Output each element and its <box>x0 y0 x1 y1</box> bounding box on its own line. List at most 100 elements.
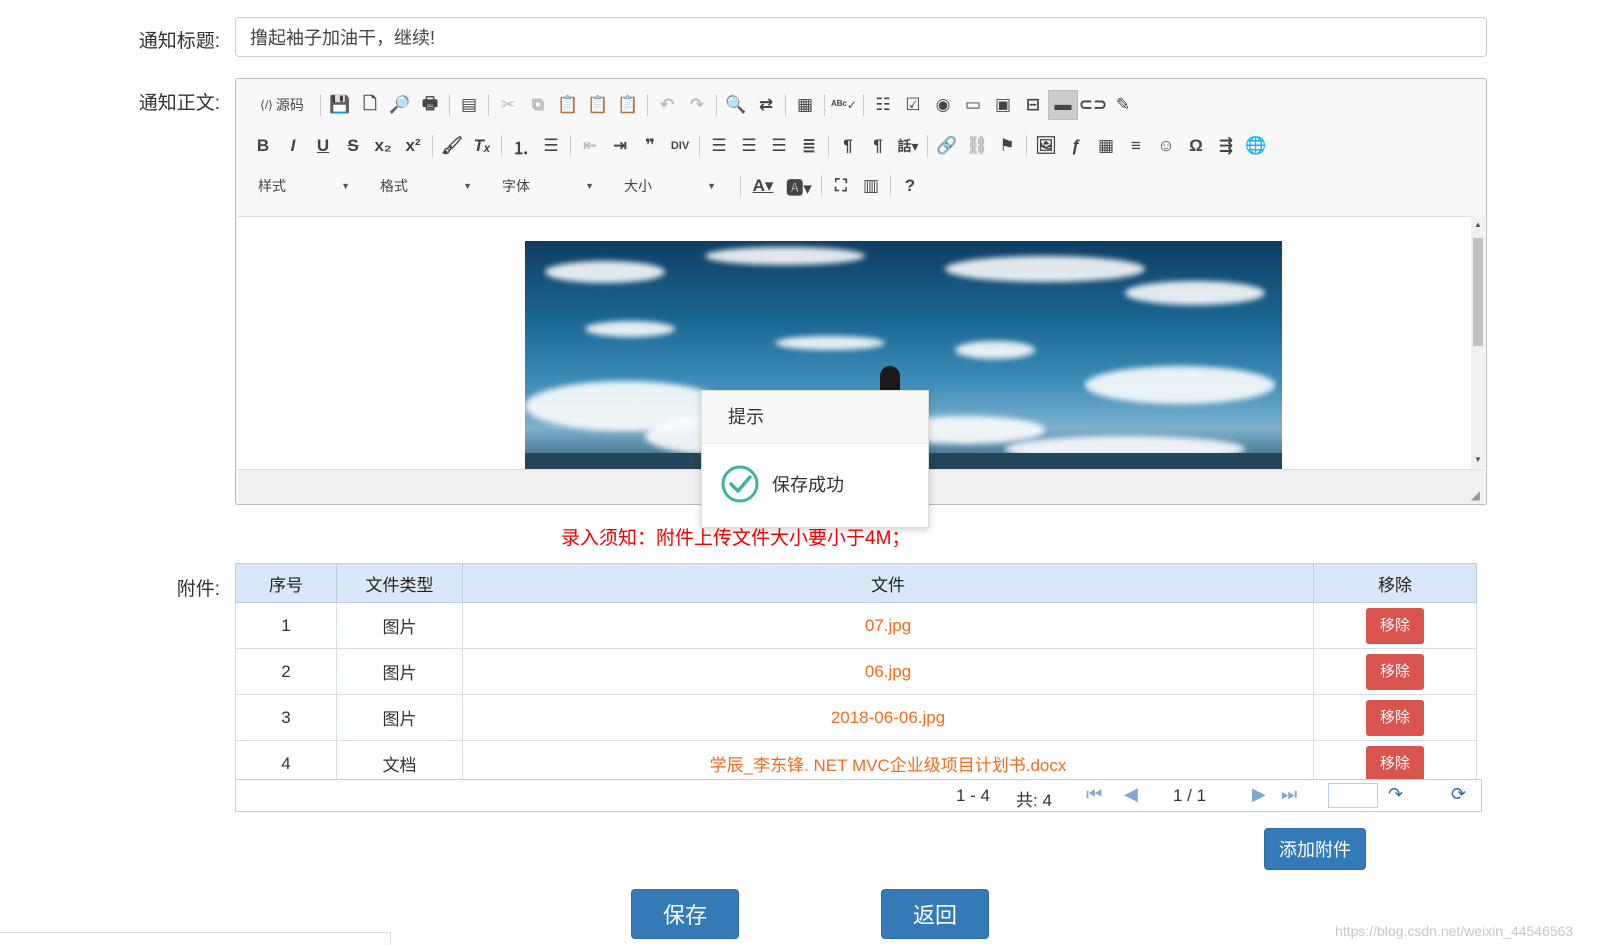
rtl-icon[interactable]: ¶ <box>863 131 893 161</box>
textfield-icon[interactable]: ▭ <box>958 90 988 120</box>
iframe-icon[interactable]: 🌐 <box>1241 131 1271 161</box>
smiley-icon[interactable]: ☺ <box>1151 131 1181 161</box>
help-icon[interactable]: ? <box>895 171 925 201</box>
format-combo-label: 格式 <box>380 178 408 194</box>
paste-word-icon[interactable]: 📋 <box>613 90 643 120</box>
title-label: 通知标题: <box>138 31 220 52</box>
scroll-up-icon[interactable]: ▲ <box>1474 220 1482 229</box>
font-combo[interactable]: 字体 ▼ <box>492 173 602 199</box>
italic-icon[interactable]: I <box>278 131 308 161</box>
row-file-link[interactable]: 06.jpg <box>462 648 1314 695</box>
bg-color-icon[interactable]: 🅰▾ <box>781 171 817 201</box>
select-icon[interactable]: ⊟ <box>1018 90 1048 120</box>
first-page-icon[interactable]: ⏮ <box>1086 784 1102 805</box>
templates-icon[interactable]: ▤ <box>454 90 484 120</box>
page-number-input[interactable] <box>1328 783 1378 808</box>
special-char-icon[interactable]: Ω <box>1181 131 1211 161</box>
select-all-icon[interactable]: ▦ <box>790 90 820 120</box>
spellcheck-icon[interactable]: ᴬᴮᶜ✓ <box>829 90 859 120</box>
remove-button[interactable]: 移除 <box>1365 607 1424 644</box>
go-page-icon[interactable]: ↷ <box>1388 784 1403 805</box>
ltr-icon[interactable]: ¶ <box>833 131 863 161</box>
cut-icon[interactable]: ✂ <box>493 90 523 120</box>
hr-icon[interactable]: ≡ <box>1121 131 1151 161</box>
button-icon[interactable]: ▬ <box>1048 90 1078 120</box>
subscript-icon[interactable]: x₂ <box>368 131 398 161</box>
bold-icon[interactable]: B <box>248 131 278 161</box>
underline-icon[interactable]: U <box>308 131 338 161</box>
image-icon[interactable]: 🖼 <box>1031 131 1061 161</box>
superscript-icon[interactable]: x² <box>398 131 428 161</box>
scroll-thumb[interactable] <box>1473 238 1483 346</box>
save-icon[interactable]: 💾 <box>325 90 355 120</box>
redo-icon[interactable]: ↷ <box>682 90 712 120</box>
preview-icon[interactable]: 🔎 <box>385 90 415 120</box>
radio-icon[interactable]: ◉ <box>928 90 958 120</box>
scroll-down-icon[interactable]: ▼ <box>1474 455 1482 464</box>
paste-icon[interactable]: 📋 <box>553 90 583 120</box>
pager-total: 共: 4 <box>1016 791 1052 810</box>
row-file-link[interactable]: 07.jpg <box>462 602 1314 649</box>
prev-page-icon[interactable]: ◀ <box>1124 784 1138 805</box>
creatediv-icon[interactable]: DIV <box>665 131 695 161</box>
title-input[interactable] <box>235 17 1487 57</box>
numbered-list-icon[interactable]: ⒈ <box>506 131 536 161</box>
justify-icon[interactable]: ≣ <box>794 131 824 161</box>
textarea-icon[interactable]: ▣ <box>988 90 1018 120</box>
last-page-icon[interactable]: ⏭ <box>1281 784 1297 805</box>
print-icon[interactable]: 🖶 <box>415 90 445 120</box>
text-color-icon[interactable]: A▾ <box>745 171 781 201</box>
blockquote-icon[interactable]: ❞ <box>635 131 665 161</box>
next-page-icon[interactable]: ▶ <box>1252 784 1266 805</box>
align-center-icon[interactable]: ☰ <box>734 131 764 161</box>
back-button[interactable]: 返回 <box>881 889 989 939</box>
align-left-icon[interactable]: ☰ <box>704 131 734 161</box>
maximize-icon[interactable]: ⛶ <box>826 171 856 201</box>
new-page-icon[interactable]: 🗋 <box>355 90 385 120</box>
unlink-icon[interactable]: ⛓ <box>962 131 992 161</box>
link-icon[interactable]: 🔗 <box>932 131 962 161</box>
checkbox-icon[interactable]: ☑ <box>898 90 928 120</box>
styles-combo[interactable]: 样式 ▼ <box>248 173 358 199</box>
dialog-message: 保存成功 <box>772 475 844 495</box>
remove-format-icon[interactable]: Tₓ <box>467 131 497 161</box>
source-button[interactable]: ⟨/⟩ 源码 <box>248 90 316 120</box>
find-icon[interactable]: 🔍 <box>721 90 751 120</box>
hiddenfield-icon[interactable]: ✎ <box>1108 90 1138 120</box>
paste-text-icon[interactable]: 📋 <box>583 90 613 120</box>
pagination-bar: 1 - 4 共: 4 ⏮ ◀ 1 / 1 ▶ ⏭ ↷ ⟳ <box>235 779 1482 812</box>
flash-icon[interactable]: ƒ <box>1061 131 1091 161</box>
row-index: 2 <box>235 648 337 695</box>
size-combo[interactable]: 大小 ▼ <box>614 173 724 199</box>
outdent-icon[interactable]: ⇤ <box>575 131 605 161</box>
row-file-link[interactable]: 2018-06-06.jpg <box>462 694 1314 741</box>
remove-button[interactable]: 移除 <box>1365 745 1424 782</box>
show-blocks-icon[interactable]: ▥ <box>856 171 886 201</box>
imagebutton-icon[interactable]: ⊂⊃ <box>1078 90 1108 120</box>
indent-icon[interactable]: ⇥ <box>605 131 635 161</box>
language-icon[interactable]: 話▾ <box>893 131 923 161</box>
format-combo[interactable]: 格式 ▼ <box>370 173 480 199</box>
copy-icon[interactable]: ⧉ <box>523 90 553 120</box>
remove-button[interactable]: 移除 <box>1365 653 1424 690</box>
refresh-icon[interactable]: ⟳ <box>1451 784 1466 805</box>
replace-icon[interactable]: ⇄ <box>751 90 781 120</box>
attach-label: 附件: <box>176 579 220 600</box>
attachments-table: 序号 文件类型 文件 移除 1 图片 07.jpg 移除 2 图片 06.jpg… <box>235 563 1477 787</box>
anchor-icon[interactable]: ⚑ <box>992 131 1022 161</box>
row-index: 1 <box>235 602 337 649</box>
remove-button[interactable]: 移除 <box>1365 699 1424 736</box>
editor-scrollbar[interactable]: ▲ ▼ <box>1471 216 1485 468</box>
align-right-icon[interactable]: ☰ <box>764 131 794 161</box>
add-attachment-button[interactable]: 添加附件 <box>1264 828 1366 870</box>
copy-format-icon[interactable]: 🖌 <box>437 131 467 161</box>
resize-handle-icon[interactable]: ◢ <box>1471 488 1480 502</box>
bulleted-list-icon[interactable]: ☰ <box>536 131 566 161</box>
undo-icon[interactable]: ↶ <box>652 90 682 120</box>
save-button[interactable]: 保存 <box>631 889 739 939</box>
strike-icon[interactable]: S <box>338 131 368 161</box>
table-icon[interactable]: ▦ <box>1091 131 1121 161</box>
pagebreak-icon[interactable]: ⇶ <box>1211 131 1241 161</box>
header-index: 序号 <box>235 563 337 603</box>
form-icon[interactable]: ☷ <box>868 90 898 120</box>
